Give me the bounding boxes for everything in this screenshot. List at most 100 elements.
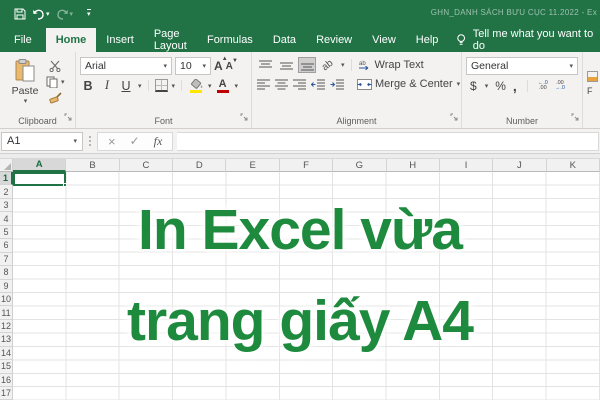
enter-icon[interactable]: ✓ xyxy=(130,134,140,148)
fill-color-dropdown-icon[interactable]: ▾ xyxy=(208,82,212,90)
row-header-5[interactable]: 5 xyxy=(0,226,13,239)
cut-icon[interactable] xyxy=(46,60,65,72)
formula-bar-resize-handle[interactable] xyxy=(87,136,93,146)
column-header-e[interactable]: E xyxy=(226,159,279,172)
row-header-11[interactable]: 11 xyxy=(0,306,13,319)
decrease-indent-icon[interactable] xyxy=(310,76,326,92)
name-box-dropdown-icon[interactable]: ▾ xyxy=(73,137,77,145)
percent-style-icon[interactable]: % xyxy=(495,79,506,93)
row-header-9[interactable]: 9 xyxy=(0,280,13,293)
row-header-3[interactable]: 3 xyxy=(0,199,13,212)
font-dialog-launcher-icon[interactable] xyxy=(240,108,248,126)
merge-center-dropdown-icon[interactable]: ▾ xyxy=(457,80,461,88)
wrap-text-icon[interactable]: ab xyxy=(358,59,372,71)
underline-button[interactable]: U xyxy=(118,79,134,93)
undo-dropdown-icon[interactable]: ▾ xyxy=(46,10,50,18)
number-format-select[interactable]: General ▾ xyxy=(466,57,578,75)
fill-color-icon[interactable] xyxy=(188,79,204,93)
decrease-decimal-icon[interactable]: .00 →.0 xyxy=(555,81,565,91)
column-header-a[interactable]: A xyxy=(13,159,66,172)
italic-button[interactable]: I xyxy=(99,78,115,93)
orientation-icon[interactable]: ab xyxy=(319,57,337,73)
borders-icon[interactable] xyxy=(155,79,168,92)
tab-data[interactable]: Data xyxy=(263,28,306,52)
row-header-8[interactable]: 8 xyxy=(0,266,13,279)
align-left-icon[interactable] xyxy=(256,76,271,92)
select-all-button[interactable] xyxy=(0,159,13,172)
borders-dropdown-icon[interactable]: ▾ xyxy=(172,82,176,90)
column-header-f[interactable]: F xyxy=(280,159,333,172)
row-header-13[interactable]: 13 xyxy=(0,333,13,346)
orientation-dropdown-icon[interactable]: ▾ xyxy=(341,61,345,69)
tab-insert[interactable]: Insert xyxy=(96,28,144,52)
decrease-font-size-icon[interactable]: A▼ xyxy=(226,61,233,72)
tab-view[interactable]: View xyxy=(362,28,406,52)
underline-dropdown-icon[interactable]: ▾ xyxy=(138,82,142,90)
tab-help[interactable]: Help xyxy=(406,28,449,52)
tell-me-box[interactable]: Tell me what you want to do xyxy=(456,28,600,52)
font-color-dropdown-icon[interactable]: ▾ xyxy=(235,82,239,90)
align-right-icon[interactable] xyxy=(292,76,307,92)
bottom-align-icon[interactable] xyxy=(298,57,316,73)
copy-dropdown-icon[interactable]: ▾ xyxy=(61,78,65,86)
formula-input[interactable] xyxy=(177,132,599,151)
paste-dropdown-icon[interactable]: ▾ xyxy=(24,97,28,105)
column-header-h[interactable]: H xyxy=(387,159,440,172)
merge-center-icon[interactable] xyxy=(357,79,372,90)
alignment-dialog-launcher-icon[interactable] xyxy=(450,108,458,126)
number-dialog-launcher-icon[interactable] xyxy=(571,108,579,126)
row-header-15[interactable]: 15 xyxy=(0,360,13,373)
row-header-7[interactable]: 7 xyxy=(0,253,13,266)
undo-icon[interactable]: ▾ xyxy=(32,9,50,20)
row-header-17[interactable]: 17 xyxy=(0,387,13,400)
column-header-d[interactable]: D xyxy=(173,159,226,172)
font-size-select[interactable]: 10 ▾ xyxy=(175,57,211,75)
copy-icon[interactable] xyxy=(46,76,58,88)
clipboard-dialog-launcher-icon[interactable] xyxy=(64,108,72,126)
selected-cell-a1[interactable] xyxy=(13,172,66,186)
tab-file[interactable]: File xyxy=(0,28,46,52)
middle-align-icon[interactable] xyxy=(277,57,295,73)
name-box[interactable]: A1 ▾ xyxy=(1,132,83,151)
column-header-i[interactable]: I xyxy=(440,159,493,172)
tab-review[interactable]: Review xyxy=(306,28,362,52)
tab-home[interactable]: Home xyxy=(46,28,97,52)
save-icon[interactable] xyxy=(14,8,26,20)
tab-page-layout[interactable]: Page Layout xyxy=(144,28,197,52)
top-align-icon[interactable] xyxy=(256,57,274,73)
row-header-16[interactable]: 16 xyxy=(0,374,13,387)
font-name-select[interactable]: Arial ▾ xyxy=(80,57,172,75)
conditional-formatting-icon[interactable] xyxy=(587,71,598,82)
insert-function-icon[interactable]: fx xyxy=(154,134,163,149)
wrap-text-label[interactable]: Wrap Text xyxy=(375,59,424,71)
row-header-1[interactable]: 1 xyxy=(0,172,13,185)
row-header-14[interactable]: 14 xyxy=(0,347,13,360)
column-header-g[interactable]: G xyxy=(333,159,386,172)
row-header-10[interactable]: 10 xyxy=(0,293,13,306)
merge-center-label[interactable]: Merge & Center xyxy=(375,78,453,90)
font-color-icon[interactable]: A xyxy=(215,79,231,93)
format-painter-icon[interactable] xyxy=(46,92,65,104)
increase-indent-icon[interactable] xyxy=(329,76,345,92)
bold-button[interactable]: B xyxy=(80,79,96,93)
column-header-b[interactable]: B xyxy=(66,159,119,172)
increase-decimal-icon[interactable]: ←.0 .00 xyxy=(538,81,548,91)
tab-formulas[interactable]: Formulas xyxy=(197,28,263,52)
redo-icon[interactable]: ▾ xyxy=(56,9,74,20)
row-header-6[interactable]: 6 xyxy=(0,239,13,252)
row-header-2[interactable]: 2 xyxy=(0,185,13,198)
customize-qat-icon[interactable]: ▾ xyxy=(87,9,91,19)
cell-grid[interactable] xyxy=(13,172,600,400)
row-header-12[interactable]: 12 xyxy=(0,320,13,333)
paste-button[interactable]: Paste ▾ xyxy=(4,57,46,114)
comma-style-icon[interactable]: , xyxy=(513,78,517,94)
row-header-4[interactable]: 4 xyxy=(0,212,13,225)
fill-handle[interactable] xyxy=(63,183,67,187)
increase-font-size-icon[interactable]: A▲ xyxy=(214,59,223,73)
align-center-icon[interactable] xyxy=(274,76,289,92)
column-header-k[interactable]: K xyxy=(547,159,600,172)
column-header-c[interactable]: C xyxy=(120,159,173,172)
accounting-format-icon[interactable]: $ xyxy=(470,79,477,93)
column-header-j[interactable]: J xyxy=(493,159,546,172)
redo-dropdown-icon[interactable]: ▾ xyxy=(70,10,74,18)
